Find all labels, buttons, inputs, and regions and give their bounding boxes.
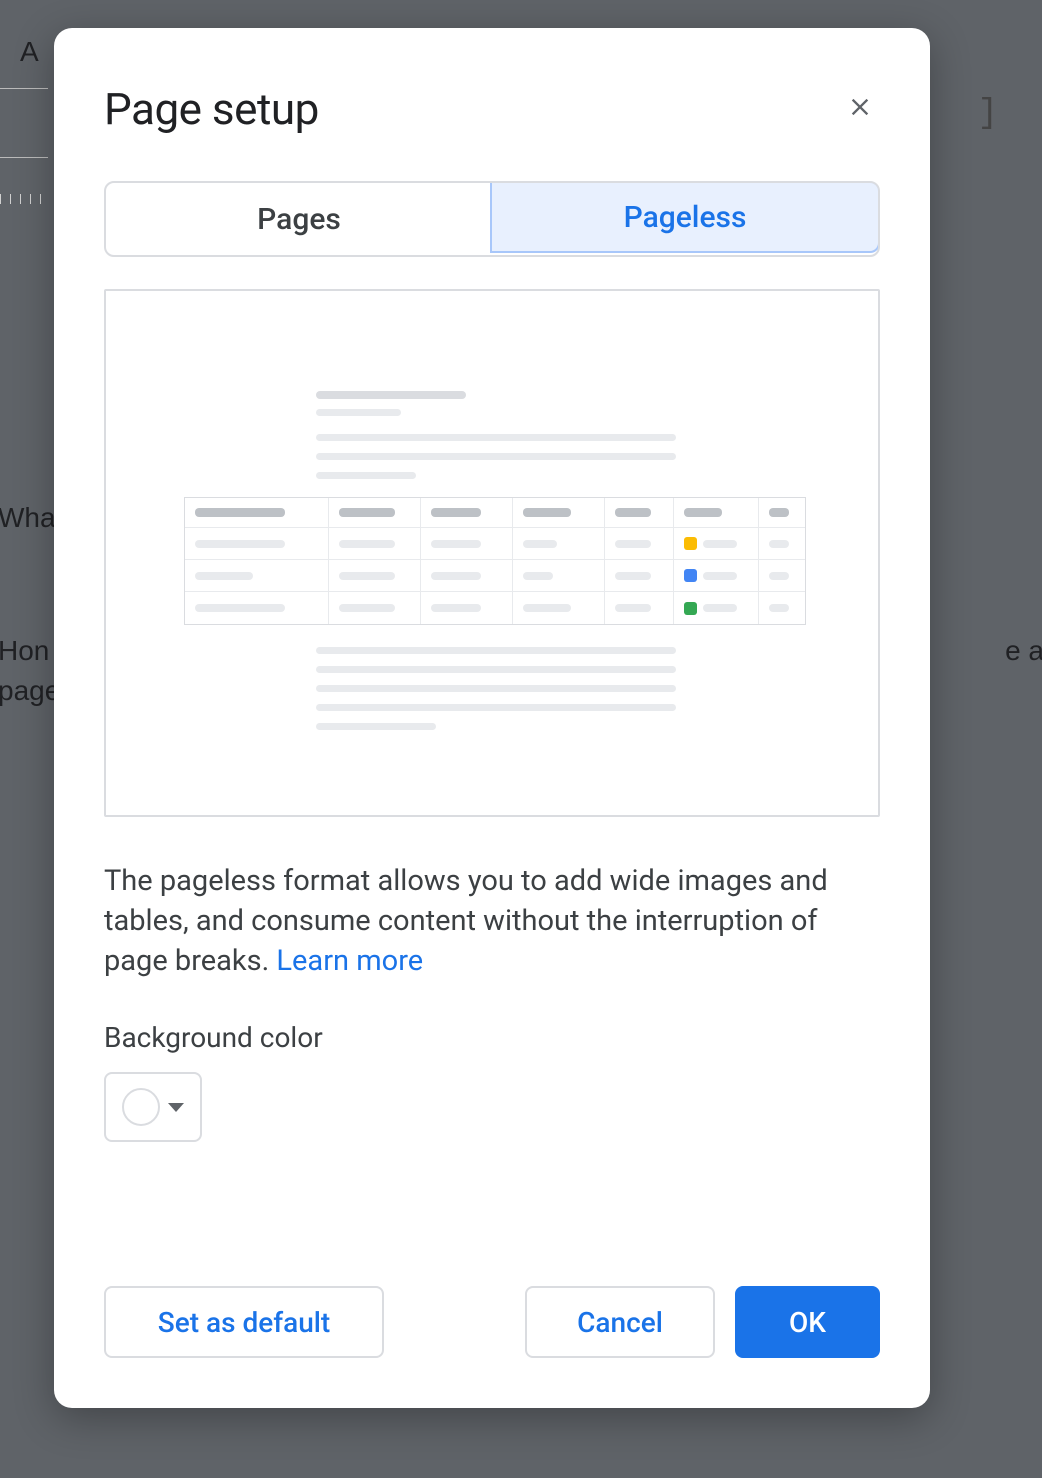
background-text: A (20, 36, 39, 68)
learn-more-link[interactable]: Learn more (276, 944, 423, 978)
background-ruler (0, 194, 48, 204)
color-swatch-white (122, 1088, 160, 1126)
background-dropdown-arrow-icon (1019, 115, 1037, 125)
set-as-default-button[interactable]: Set as default (104, 1286, 384, 1358)
ok-button[interactable]: OK (735, 1286, 880, 1358)
background-color-label: Background color (104, 1021, 880, 1054)
format-tabs: Pages Pageless (104, 181, 880, 257)
background-text: e a (1005, 635, 1042, 667)
preview-skeleton (316, 434, 676, 479)
page-setup-dialog: Page setup Pages Pageless (54, 28, 930, 1408)
pageless-preview (104, 289, 880, 817)
dialog-title: Page setup (104, 83, 319, 135)
preview-skeleton (316, 391, 466, 399)
preview-skeleton (316, 647, 676, 730)
preview-skeleton (316, 409, 401, 416)
background-color-picker[interactable] (104, 1072, 202, 1142)
background-text: Wha (0, 502, 56, 534)
dropdown-arrow-icon (168, 1103, 184, 1112)
tab-pageless[interactable]: Pageless (490, 181, 880, 253)
background-bracket-icon: ] (978, 95, 998, 133)
tab-pages[interactable]: Pages (106, 183, 492, 255)
pageless-description: The pageless format allows you to add wi… (104, 861, 880, 981)
background-text: page (0, 675, 60, 707)
cancel-button[interactable]: Cancel (525, 1286, 715, 1358)
dialog-footer: Set as default Cancel OK (104, 1286, 880, 1358)
preview-table-skeleton (184, 497, 806, 625)
close-button[interactable] (840, 87, 880, 127)
close-icon (846, 93, 874, 121)
description-text: The pageless format allows you to add wi… (104, 864, 828, 978)
background-text: Hon (0, 635, 49, 667)
background-dropdown-arrow-icon (6, 115, 24, 125)
dialog-header: Page setup (104, 83, 880, 135)
